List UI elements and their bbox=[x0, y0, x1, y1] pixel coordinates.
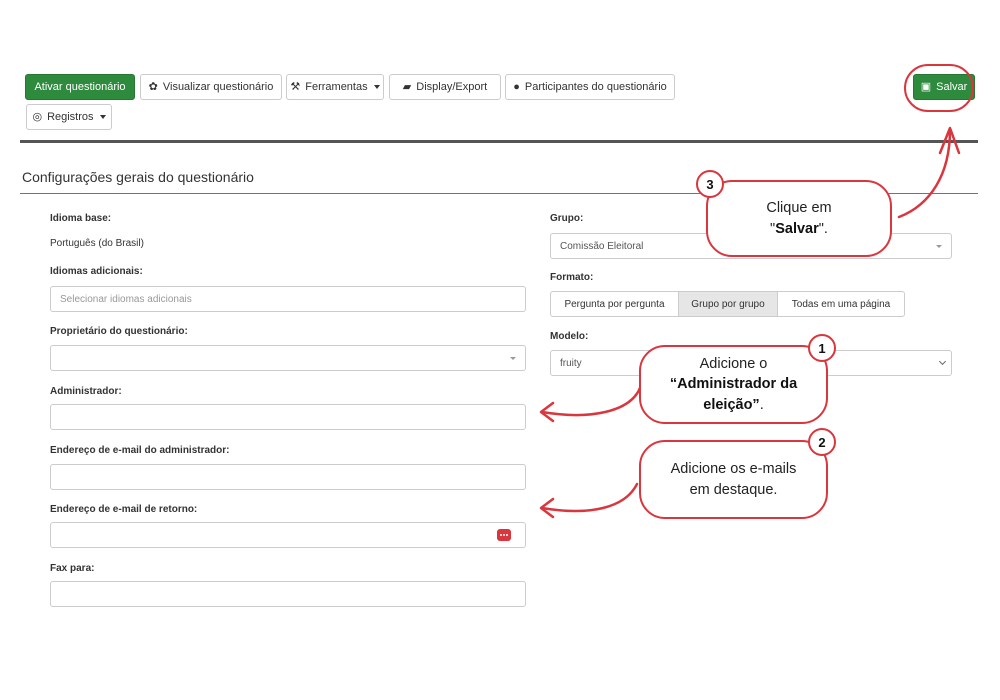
callout-emails-line1: Adicione os e-mails bbox=[670, 461, 797, 478]
callout-emails-line2: em destaque. bbox=[689, 481, 778, 498]
callout-number-3: 3 bbox=[696, 170, 724, 198]
arrow-to-save bbox=[897, 128, 952, 219]
arrow-to-emails bbox=[540, 482, 639, 513]
callout-number-1: 1 bbox=[808, 334, 836, 362]
arrow-to-administrator bbox=[540, 386, 642, 417]
callout-number-2: 2 bbox=[808, 428, 836, 456]
annotation-arrows bbox=[539, 126, 961, 519]
callout-emails: Adicione os e-mails em destaque. bbox=[639, 440, 828, 519]
callout-save: Clique em "Salvar". bbox=[706, 180, 892, 257]
callout-save-line1: Clique em bbox=[766, 200, 832, 217]
callout-save-line2: "Salvar". bbox=[770, 220, 828, 237]
callout-administrator: Adicione o “Administrador da eleição”. bbox=[639, 345, 828, 424]
callout-administrator-line2: “Administrador da eleição”. bbox=[669, 376, 798, 413]
callout-administrator-line1: Adicione o bbox=[699, 356, 768, 373]
